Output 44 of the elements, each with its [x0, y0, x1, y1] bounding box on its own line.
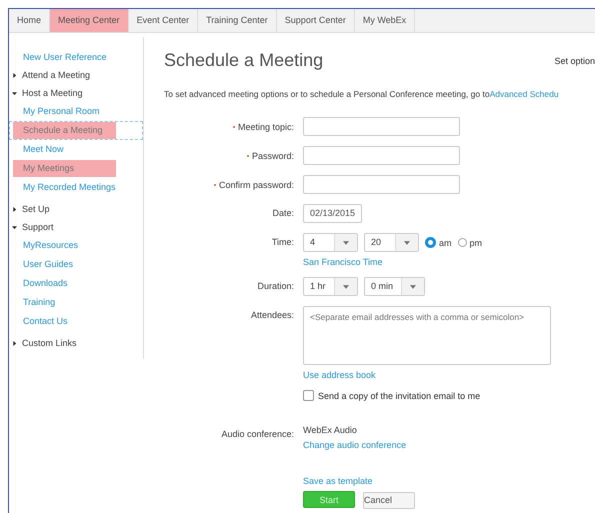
set-options-text: Set option: [554, 56, 595, 66]
field-label: Duration:: [257, 281, 294, 291]
radio-option[interactable]: pm: [458, 238, 482, 248]
caret-icon: [410, 284, 416, 288]
field-label: Confirm password:: [218, 180, 294, 190]
sidebar-section[interactable]: Attend a Meeting: [12, 67, 90, 84]
caret-icon: [12, 225, 17, 230]
nav-tab[interactable]: Meeting Center: [50, 9, 129, 32]
radio-option[interactable]: am: [425, 237, 452, 248]
sidebar-section[interactable]: Set Up: [12, 201, 50, 218]
checkbox[interactable]: Send a copy of the invitation email to me: [303, 390, 480, 401]
caret-icon: [343, 240, 349, 244]
field-label: Meeting topic:: [238, 122, 294, 132]
caret-icon: [404, 240, 410, 244]
caret-icon: [12, 341, 17, 346]
field-label: Audio conference:: [221, 429, 294, 439]
field-label: Attendees:: [250, 310, 294, 320]
caret-icon: [12, 73, 17, 78]
dropdown[interactable]: 4: [303, 233, 358, 252]
dropdown[interactable]: 20: [364, 233, 419, 252]
nav-tab[interactable]: Training Center: [198, 9, 277, 32]
input-field[interactable]: [303, 175, 460, 194]
field-label: Date:: [272, 208, 294, 218]
cancel-button[interactable]: Cancel: [363, 492, 415, 509]
nav-tab[interactable]: My WebEx: [354, 9, 416, 32]
field-label: Time:: [272, 237, 294, 247]
dropdown[interactable]: 0 min: [364, 277, 426, 296]
caret-icon: [12, 91, 17, 96]
caret-icon: [343, 284, 349, 288]
sidebar-section[interactable]: Host a Meeting: [12, 85, 83, 102]
date-field[interactable]: 02/13/2015: [303, 204, 362, 223]
caret-icon: [12, 207, 17, 212]
intro-text: To set advanced meeting options or to schedule a Personal Conference meeting, go to: [164, 89, 490, 99]
page-title: Schedule a Meeting: [164, 50, 324, 71]
dropdown[interactable]: 1 hr: [303, 277, 358, 296]
sidebar-section[interactable]: Custom Links: [12, 335, 77, 352]
input-field[interactable]: [303, 146, 460, 165]
sidebar-section[interactable]: Support: [12, 219, 54, 236]
input-field[interactable]: [303, 117, 460, 136]
attendees-field[interactable]: <Separate email addresses with a comma or semicolon>: [303, 306, 551, 365]
nav-tab[interactable]: Support Center: [276, 9, 355, 32]
field-label: Password:: [252, 150, 294, 160]
audio-value: WebEx Audio: [303, 425, 357, 435]
nav-tab[interactable]: Event Center: [128, 9, 198, 32]
